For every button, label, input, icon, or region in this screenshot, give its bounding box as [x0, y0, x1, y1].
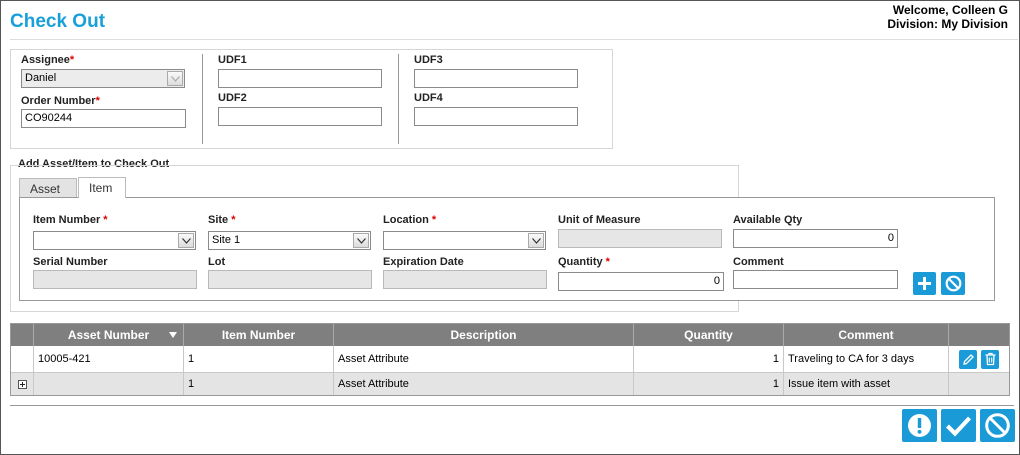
chevron-down-icon	[353, 233, 369, 248]
welcome-text: Welcome, Colleen G	[892, 3, 1008, 17]
tab-asset[interactable]: Asset	[19, 178, 77, 198]
assignee-select[interactable]: Daniel	[21, 69, 185, 88]
check-out-window: Check Out Welcome, Colleen G Division: M…	[0, 0, 1020, 455]
warning-button[interactable]	[902, 409, 937, 442]
cell-item-number: 1	[184, 373, 334, 395]
serial-number-label: Serial Number	[33, 256, 108, 268]
page-title: Check Out	[10, 11, 106, 32]
location-label: Location *	[383, 214, 437, 226]
footer-divider	[10, 405, 1014, 406]
cell-asset-number: 10005-421	[34, 346, 184, 372]
tab-item[interactable]: Item	[78, 177, 126, 198]
row-actions	[949, 346, 1009, 372]
lot-input	[208, 270, 372, 289]
delete-row-button[interactable]	[981, 349, 999, 369]
available-qty-input[interactable]: 0	[733, 229, 898, 248]
expiration-date-label: Expiration Date	[383, 256, 464, 268]
plus-icon	[918, 277, 931, 290]
serial-number-input	[33, 270, 197, 289]
clear-line-button[interactable]	[941, 272, 965, 295]
chevron-down-icon	[167, 71, 183, 86]
cancel-icon	[945, 275, 961, 292]
chevron-down-icon	[178, 233, 194, 248]
quantity-label: Quantity *	[558, 256, 610, 268]
user-info: Welcome, Colleen G Division: My Division	[887, 3, 1008, 31]
comment-label: Comment	[733, 256, 784, 268]
comment-input[interactable]	[733, 270, 898, 289]
cancel-icon	[985, 413, 1010, 438]
trash-icon	[985, 352, 995, 366]
column-header-quantity[interactable]: Quantity	[634, 324, 784, 346]
lot-label: Lot	[208, 256, 226, 268]
chevron-down-icon	[528, 233, 544, 248]
uom-label: Unit of Measure	[558, 214, 641, 226]
udf3-input[interactable]	[414, 69, 578, 88]
assignee-label: Assignee*	[21, 54, 75, 66]
available-qty-label: Available Qty	[733, 214, 803, 226]
grid-header: Asset Number Item Number Description Qua…	[11, 324, 1009, 346]
site-label: Site *	[208, 214, 236, 226]
exclamation-icon	[908, 414, 931, 437]
column-header-item-number[interactable]: Item Number	[184, 324, 334, 346]
row-expander[interactable]	[11, 373, 34, 395]
cancel-button[interactable]	[980, 409, 1015, 442]
checkmark-icon	[946, 416, 972, 437]
cell-quantity: 1	[634, 373, 784, 395]
item-number-select[interactable]	[33, 231, 196, 250]
header-divider	[10, 39, 1018, 40]
column-divider	[398, 54, 399, 144]
cell-description: Asset Attribute	[334, 373, 634, 395]
cell-description: Asset Attribute	[334, 346, 634, 372]
sort-desc-icon	[169, 332, 177, 338]
location-select[interactable]	[383, 231, 546, 250]
order-info-box: Assignee* Daniel Order Number* CO90244 U…	[10, 49, 613, 149]
udf4-input[interactable]	[414, 107, 578, 126]
expand-column-header	[11, 324, 34, 346]
udf1-label: UDF1	[218, 54, 247, 66]
add-line-button[interactable]	[913, 272, 936, 295]
column-header-asset-number[interactable]: Asset Number	[34, 324, 184, 346]
site-select[interactable]: Site 1	[208, 231, 371, 250]
actions-column-header	[949, 324, 1009, 346]
row-actions	[949, 373, 1009, 395]
row-spacer	[11, 346, 34, 372]
column-divider	[202, 54, 203, 144]
pencil-icon	[962, 353, 974, 365]
order-number-input[interactable]: CO90244	[21, 109, 186, 128]
cell-comment: Traveling to CA for 3 days	[784, 346, 949, 372]
udf2-input[interactable]	[218, 107, 382, 126]
edit-row-button[interactable]	[959, 349, 977, 369]
division-text: Division: My Division	[887, 17, 1008, 31]
table-row[interactable]: 1 Asset Attribute 1 Issue item with asse…	[11, 373, 1009, 395]
uom-input	[558, 229, 722, 248]
udf4-label: UDF4	[414, 92, 443, 104]
item-number-label: Item Number *	[33, 214, 108, 226]
quantity-input[interactable]: 0	[558, 272, 724, 291]
expand-plus-icon	[17, 379, 27, 389]
cell-asset-number	[34, 373, 184, 395]
checkout-grid: Asset Number Item Number Description Qua…	[10, 323, 1010, 396]
column-header-description[interactable]: Description	[334, 324, 634, 346]
udf2-label: UDF2	[218, 92, 247, 104]
cell-item-number: 1	[184, 346, 334, 372]
udf1-input[interactable]	[218, 69, 382, 88]
expiration-date-input	[383, 270, 547, 289]
cell-quantity: 1	[634, 346, 784, 372]
cell-comment: Issue item with asset	[784, 373, 949, 395]
column-header-comment[interactable]: Comment	[784, 324, 949, 346]
udf3-label: UDF3	[414, 54, 443, 66]
order-number-label: Order Number*	[21, 95, 100, 107]
item-tab-panel: Item Number * Site * Site 1 Location * U…	[19, 197, 995, 301]
table-row[interactable]: 10005-421 1 Asset Attribute 1 Traveling …	[11, 346, 1009, 373]
confirm-button[interactable]	[941, 409, 976, 442]
